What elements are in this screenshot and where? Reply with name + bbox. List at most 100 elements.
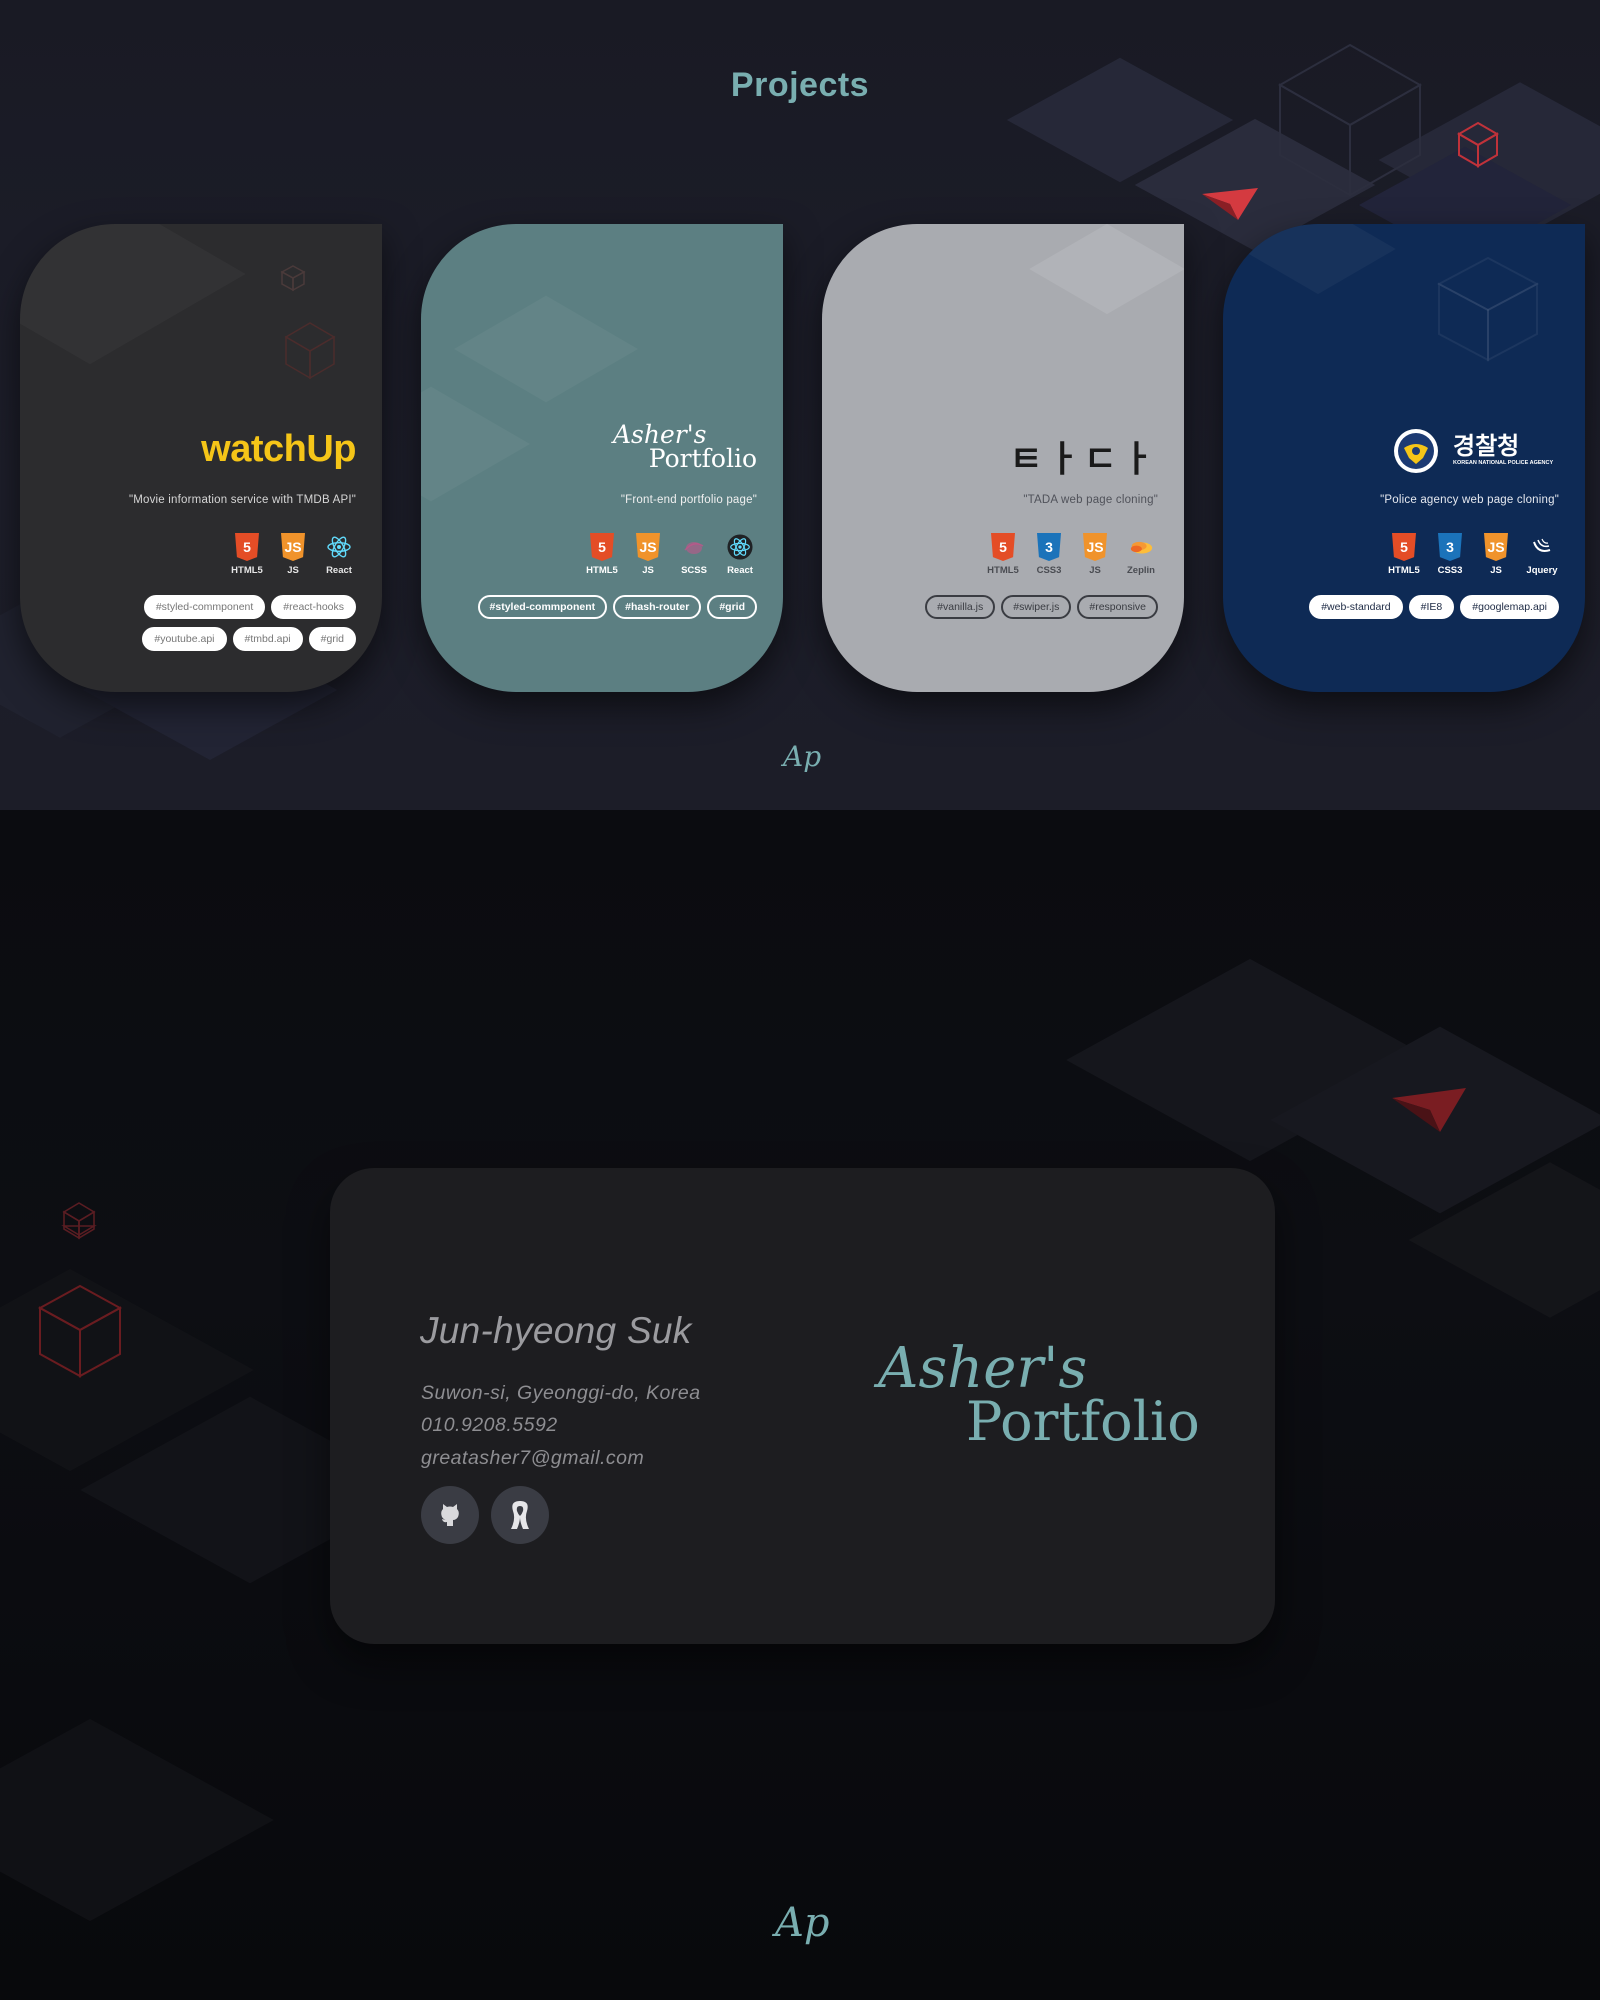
- contact-email[interactable]: greatasher7@gmail.com: [421, 1447, 644, 1470]
- tech-label: HTML5: [586, 565, 618, 576]
- tech-react: React: [316, 533, 362, 576]
- contact-location: Suwon-si, Gyeonggi-do, Korea: [421, 1382, 701, 1404]
- tech-html5: 5 HTML5: [980, 533, 1026, 576]
- zeplin-icon: [1130, 541, 1153, 554]
- paper-plane-icon: [1202, 188, 1258, 220]
- github-icon: [441, 1504, 459, 1526]
- tag: #IE8: [1408, 595, 1455, 619]
- paper-plane-icon: [1392, 1088, 1466, 1132]
- html5-icon: 5: [590, 533, 614, 561]
- project-logo: Asher's Portfolio: [597, 420, 757, 476]
- tech-js: JS JS: [625, 533, 671, 576]
- js-icon: JS: [281, 533, 305, 561]
- project-card-portfolio[interactable]: Asher's Portfolio "Front-end portfolio p…: [421, 224, 783, 692]
- tech-js: JS JS: [1072, 533, 1118, 576]
- card-bg-diamond: [20, 224, 246, 364]
- project-description: "TADA web page cloning": [1023, 494, 1158, 506]
- tag: #youtube.api: [142, 627, 227, 651]
- js-icon: JS: [636, 533, 660, 561]
- tag-list: #styled-commponent #hash-router #grid: [437, 595, 757, 619]
- footer-logo[interactable]: Ap: [783, 740, 821, 773]
- logo-subtext: KOREAN NATIONAL POLICE AGENCY: [1453, 460, 1554, 466]
- tag: #react-hooks: [271, 595, 356, 619]
- logo-line: Portfolio: [648, 444, 757, 473]
- tag: #googlemap.api: [1460, 595, 1559, 619]
- html5-icon: 5: [235, 533, 259, 561]
- html5-icon: 5: [991, 533, 1015, 561]
- tech-html5: 5 HTML5: [224, 533, 270, 576]
- tech-label: React: [727, 565, 753, 576]
- card-bg-diamond: [454, 295, 638, 403]
- cube-icon: [37, 1284, 123, 1378]
- logo-line: Portfolio: [966, 1390, 1200, 1453]
- tag: #hash-router: [613, 595, 702, 619]
- tech-label: JS: [1490, 565, 1502, 576]
- tech-html5: 5 HTML5: [1381, 533, 1427, 576]
- tag: #swiper.js: [1001, 595, 1072, 619]
- jquery-icon: [1533, 538, 1551, 552]
- react-icon: [727, 534, 753, 560]
- html5-icon: 5: [1392, 533, 1416, 561]
- tech-js: JS JS: [1473, 533, 1519, 576]
- card-bg-diamond: [421, 386, 530, 502]
- tech-react: React: [717, 533, 763, 576]
- tag: #grid: [707, 595, 757, 619]
- tag: #grid: [308, 627, 356, 651]
- cube-outline-icon: [1436, 256, 1540, 362]
- cube-icon: [1457, 121, 1499, 168]
- tech-html5: 5 HTML5: [579, 533, 625, 576]
- project-card-police[interactable]: 경찰청 KOREAN NATIONAL POLICE AGENCY "Polic…: [1223, 224, 1585, 692]
- cube-icon: [61, 1202, 97, 1240]
- tech-stack: 5 HTML5 3 CSS3 JS JS Zeplin: [980, 533, 1164, 576]
- project-description: "Movie information service with TMDB API…: [128, 494, 356, 506]
- section-title: Projects: [730, 66, 870, 104]
- tag: #vanilla.js: [925, 595, 996, 619]
- tech-stack: 5 HTML5 3 CSS3 JS JS Jquery: [1381, 533, 1565, 576]
- tag: #responsive: [1077, 595, 1158, 619]
- tag: #styled-commponent: [477, 595, 608, 619]
- github-link[interactable]: [421, 1486, 479, 1544]
- contact-phone: 010.9208.5592: [421, 1414, 558, 1436]
- cube-icon: [284, 322, 336, 380]
- project-logo: ㅌㅏㄷㅏ: [1009, 438, 1158, 479]
- tech-css3: 3 CSS3: [1026, 533, 1072, 576]
- tech-label: JS: [1089, 565, 1101, 576]
- contact-name: Jun-hyeong Suk: [420, 1310, 692, 1351]
- tag-list: #styled-commponent #react-hooks #youtube…: [96, 595, 356, 651]
- contact-section: Jun-hyeong Suk Suwon-si, Gyeonggi-do, Ko…: [0, 810, 1600, 2000]
- project-description: "Front-end portfolio page": [620, 494, 757, 506]
- footer-logo[interactable]: Ap: [775, 1900, 830, 1946]
- tech-css3: 3 CSS3: [1427, 533, 1473, 576]
- js-icon: JS: [1083, 533, 1107, 561]
- tech-label: CSS3: [1437, 565, 1463, 576]
- project-card-tada[interactable]: ㅌㅏㄷㅏ "TADA web page cloning" 5 HTML5 3 C…: [822, 224, 1184, 692]
- tech-zeplin: Zeplin: [1118, 533, 1164, 576]
- tag: #tmbd.api: [232, 627, 303, 651]
- tech-label: HTML5: [1388, 565, 1420, 576]
- css3-icon: 3: [1438, 533, 1462, 561]
- tech-label: Zeplin: [1127, 565, 1155, 576]
- tech-jquery: Jquery: [1519, 533, 1565, 576]
- velog-icon: [511, 1501, 529, 1529]
- tech-js: JS JS: [270, 533, 316, 576]
- card-bg-diamond: [1240, 224, 1396, 295]
- js-icon: JS: [1484, 533, 1508, 561]
- tech-stack: 5 HTML5 JS JS React: [224, 533, 362, 576]
- tag: #web-standard: [1309, 595, 1403, 619]
- bg-diamond: [0, 1718, 274, 1922]
- tech-label: JS: [287, 565, 299, 576]
- project-card-watchup[interactable]: watchUp "Movie information service with …: [20, 224, 382, 692]
- project-description: "Police agency web page cloning": [1380, 494, 1559, 506]
- tech-stack: 5 HTML5 JS JS SCSS React: [579, 533, 763, 576]
- logo-text: 경찰청: [1453, 433, 1520, 460]
- tag-list: #vanilla.js #swiper.js #responsive: [838, 595, 1158, 619]
- police-emblem-icon: [1394, 429, 1438, 473]
- tech-label: SCSS: [681, 565, 707, 576]
- tech-label: React: [326, 565, 352, 576]
- tech-scss: SCSS: [671, 533, 717, 576]
- project-logo: 경찰청 KOREAN NATIONAL POLICE AGENCY: [1393, 426, 1559, 476]
- tech-label: CSS3: [1036, 565, 1062, 576]
- tech-label: JS: [642, 565, 654, 576]
- velog-link[interactable]: [491, 1486, 549, 1544]
- contact-card: Jun-hyeong Suk Suwon-si, Gyeonggi-do, Ko…: [330, 1168, 1275, 1644]
